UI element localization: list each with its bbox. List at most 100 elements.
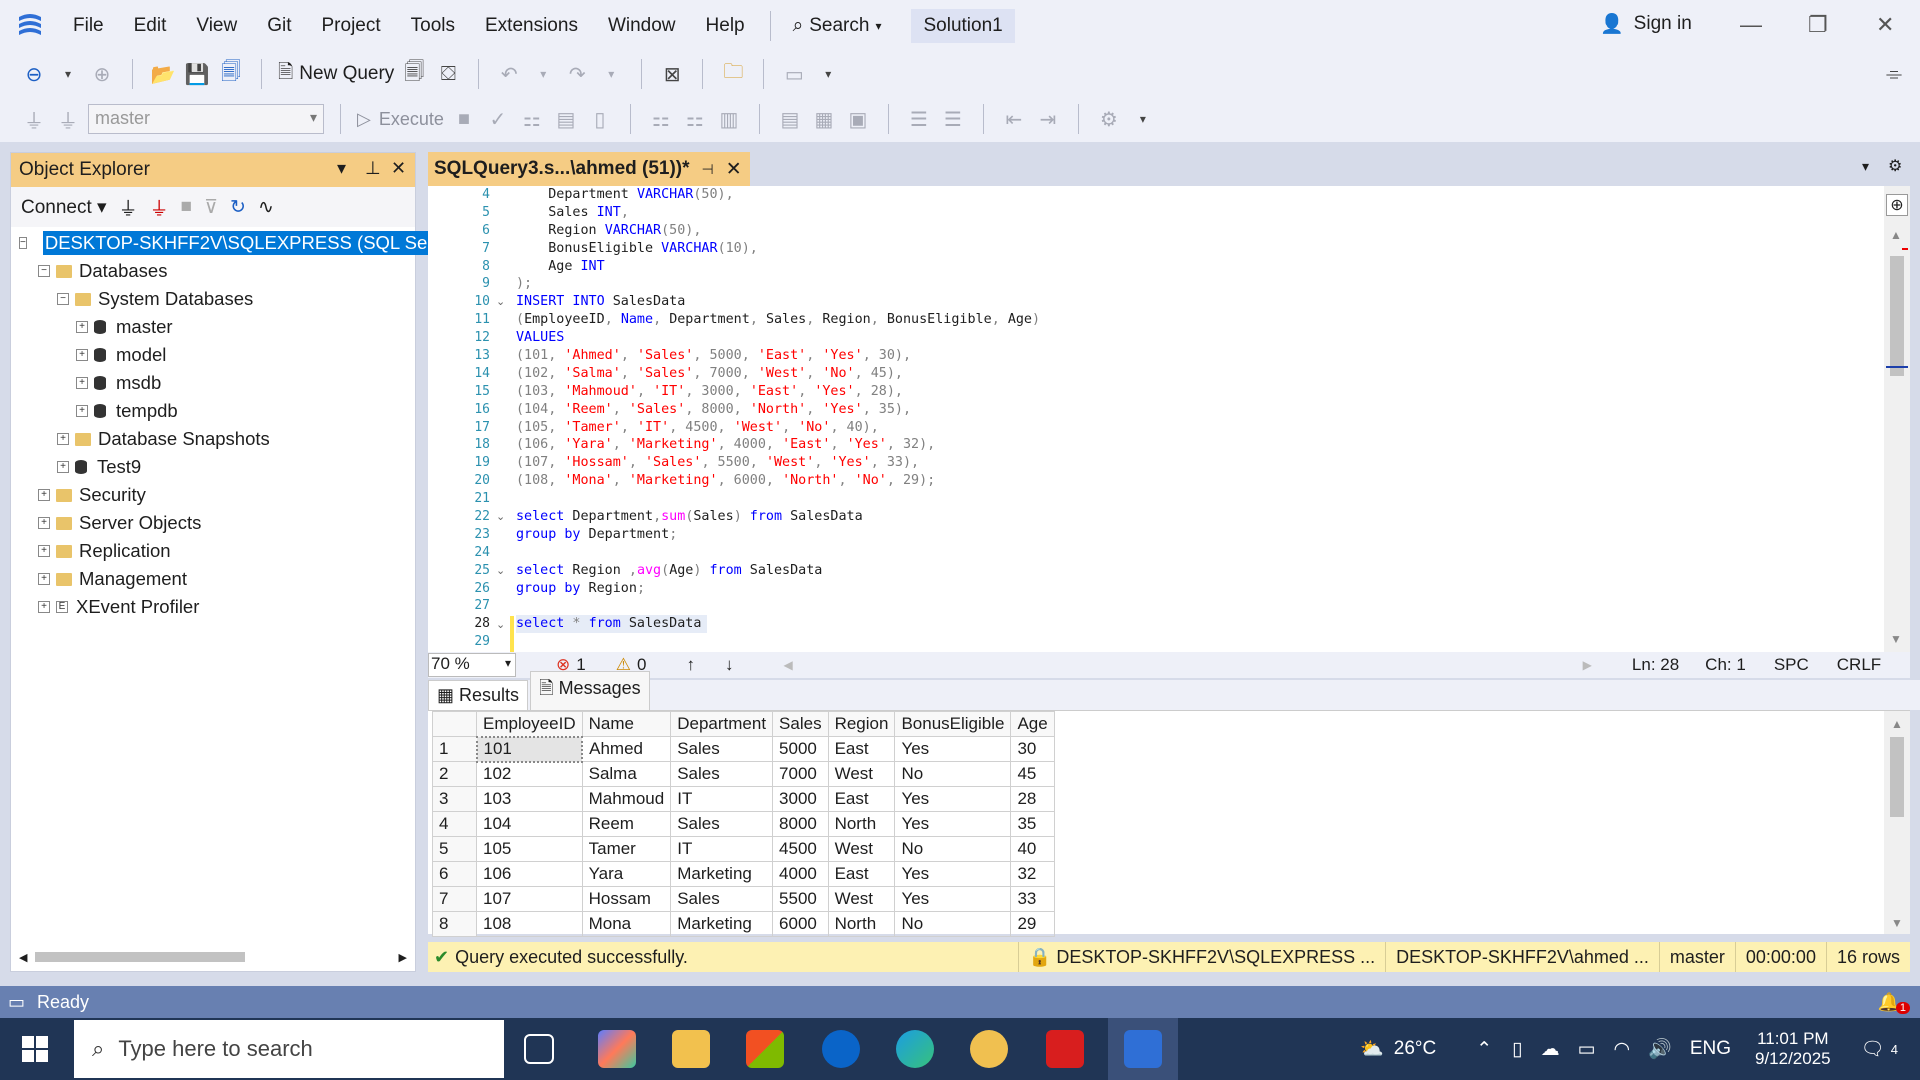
expand-icon[interactable]: + xyxy=(57,433,69,445)
scroll-left-icon[interactable]: ◀ xyxy=(19,951,27,964)
code-area[interactable]: Department VARCHAR(50), Sales INT, Regio… xyxy=(516,186,1040,651)
column-header[interactable]: Age xyxy=(1010,711,1055,737)
table-cell[interactable]: 45 xyxy=(1010,761,1055,787)
table-cell[interactable]: Yes xyxy=(894,886,1012,912)
tab-list-icon[interactable]: ▾ xyxy=(1862,158,1869,175)
table-cell[interactable]: Hossam xyxy=(581,886,672,912)
save-icon[interactable]: 💾 xyxy=(183,60,211,88)
table-cell[interactable]: Mahmoud xyxy=(581,786,672,812)
language-indicator[interactable]: ENG xyxy=(1690,1038,1731,1060)
menu-tools[interactable]: Tools xyxy=(396,0,470,52)
execute-button[interactable]: ▷ Execute xyxy=(357,109,444,130)
table-cell[interactable]: 103 xyxy=(476,786,583,812)
connect-plug-icon[interactable]: ⏚ xyxy=(119,194,138,221)
table-cell[interactable]: 101 xyxy=(475,735,584,763)
results-to-grid-icon[interactable]: ▦ xyxy=(810,105,838,133)
scroll-up-icon[interactable]: ▲ xyxy=(1890,228,1902,242)
refresh-icon[interactable]: ↻ xyxy=(230,196,246,219)
table-cell[interactable]: Tamer xyxy=(581,836,672,862)
file-explorer-icon[interactable] xyxy=(672,1030,710,1068)
activity-icon[interactable]: ∿ xyxy=(258,196,274,219)
table-cell[interactable]: 104 xyxy=(476,811,583,837)
fold-toggle-icon[interactable]: ⌄ xyxy=(496,564,505,577)
table-cell[interactable]: No xyxy=(894,911,1012,937)
ssms-taskbar-icon[interactable] xyxy=(1124,1030,1162,1068)
tree-node[interactable]: + Security xyxy=(11,481,415,509)
toolbar2-options-icon[interactable]: ▾ xyxy=(1129,105,1157,133)
table-cell[interactable]: 30 xyxy=(1010,736,1055,762)
table-cell[interactable]: 108 xyxy=(476,911,583,937)
back-icon[interactable]: ⊖ xyxy=(20,60,48,88)
minimize-button[interactable]: — xyxy=(1740,12,1762,38)
windows-start-icon[interactable] xyxy=(22,1036,48,1067)
show-hidden-icons-icon[interactable]: ⌃ xyxy=(1476,1038,1492,1061)
table-cell[interactable]: Mona xyxy=(581,911,672,937)
table-cell[interactable]: No xyxy=(894,836,1012,862)
activity-monitor-icon[interactable]: ⊠ xyxy=(658,60,686,88)
menu-edit[interactable]: Edit xyxy=(119,0,182,52)
results-to-file-icon[interactable]: ▣ xyxy=(844,105,872,133)
table-cell[interactable]: 35 xyxy=(1010,811,1055,837)
collapse-icon[interactable]: − xyxy=(57,293,69,305)
expand-icon[interactable]: + xyxy=(38,489,50,501)
table-cell[interactable]: Yes xyxy=(894,786,1012,812)
solution-name[interactable]: Solution1 xyxy=(911,9,1015,43)
redo-dropdown-icon[interactable]: ▾ xyxy=(597,60,625,88)
menu-project[interactable]: Project xyxy=(307,0,396,52)
tab-results[interactable]: ▦ Results xyxy=(428,680,529,710)
results-grid[interactable]: EmployeeID Name Department Sales Region Bonus… xyxy=(428,710,1910,937)
table-row[interactable]: 2 102 Salma Sales 7000 West No 45 xyxy=(432,761,1055,787)
table-cell[interactable]: Yara xyxy=(581,861,672,887)
split-icon[interactable]: ⊕ xyxy=(1886,194,1908,216)
table-cell[interactable]: North xyxy=(827,811,896,837)
menu-view[interactable]: View xyxy=(181,0,252,52)
table-cell[interactable]: 5000 xyxy=(772,736,829,762)
row-number[interactable]: 4 xyxy=(432,811,477,837)
row-number[interactable]: 5 xyxy=(432,836,477,862)
table-cell[interactable]: Sales xyxy=(670,886,774,912)
copilot-icon[interactable] xyxy=(598,1030,636,1068)
tree-node[interactable]: + tempdb xyxy=(11,397,415,425)
editor-scroll-thumb[interactable] xyxy=(1890,256,1904,376)
table-cell[interactable]: Yes xyxy=(894,811,1012,837)
search-button[interactable]: ⌕ Search ▾ xyxy=(781,15,894,37)
disconnect-icon[interactable]: ⏚ xyxy=(54,105,82,133)
battery-icon[interactable]: ▭ xyxy=(1578,1038,1596,1061)
pin-tab-icon[interactable]: ⊣ xyxy=(702,161,714,178)
layout-icon[interactable]: ▭ xyxy=(780,60,808,88)
expand-icon[interactable]: + xyxy=(76,377,88,389)
tree-node[interactable]: + Test9 xyxy=(11,453,415,481)
open-file-icon[interactable]: 📂 xyxy=(149,60,177,88)
estimated-plan-icon[interactable]: ⚏ xyxy=(518,105,546,133)
stop-icon[interactable]: ■ xyxy=(181,196,192,218)
expand-icon[interactable]: + xyxy=(76,349,88,361)
sql-editor[interactable]: 4 5 6 7 8 9 10 11 12 13 14 15 16 17 18 19 20 21 22 23 24 25 26… xyxy=(428,186,1910,652)
tree-node[interactable]: + Database Snapshots xyxy=(11,425,415,453)
table-cell[interactable]: East xyxy=(827,786,896,812)
table-row[interactable]: 4 104 Reem Sales 8000 North Yes 35 xyxy=(432,811,1055,837)
table-cell[interactable]: Reem xyxy=(581,811,672,837)
close-tab-icon[interactable]: ✕ xyxy=(726,158,742,181)
scrollbar-thumb[interactable] xyxy=(35,952,245,962)
intellisense-icon[interactable]: ▯ xyxy=(586,105,614,133)
panel-menu-icon[interactable]: ▾ xyxy=(337,158,346,179)
table-row[interactable]: 7 107 Hossam Sales 5500 West Yes 33 xyxy=(432,886,1055,912)
fold-toggle-icon[interactable]: ⌄ xyxy=(496,295,505,308)
database-selector[interactable]: master xyxy=(88,104,324,134)
column-header[interactable]: Name xyxy=(581,711,672,737)
notification-center-icon[interactable]: 🗨 xyxy=(1861,1037,1885,1061)
column-header[interactable]: Region xyxy=(827,711,896,737)
table-cell[interactable]: Sales xyxy=(670,811,774,837)
volume-icon[interactable]: 🔊 xyxy=(1648,1037,1672,1061)
table-cell[interactable]: 107 xyxy=(476,886,583,912)
previous-issue-icon[interactable]: ↑ xyxy=(686,655,695,675)
menu-extensions[interactable]: Extensions xyxy=(470,0,593,52)
table-cell[interactable]: 102 xyxy=(476,761,583,787)
table-row[interactable]: 8 108 Mona Marketing 6000 North No 29 xyxy=(432,911,1055,937)
sign-in-button[interactable]: 👤 Sign in xyxy=(1600,12,1692,36)
row-number[interactable]: 3 xyxy=(432,786,477,812)
temperature[interactable]: 26°C xyxy=(1394,1038,1436,1060)
query-document-tab[interactable]: SQLQuery3.s...\ahmed (51))* ⊣ ✕ xyxy=(428,152,750,186)
query-dax-icon[interactable]: ⛋ xyxy=(434,60,462,88)
table-cell[interactable]: North xyxy=(827,911,896,937)
